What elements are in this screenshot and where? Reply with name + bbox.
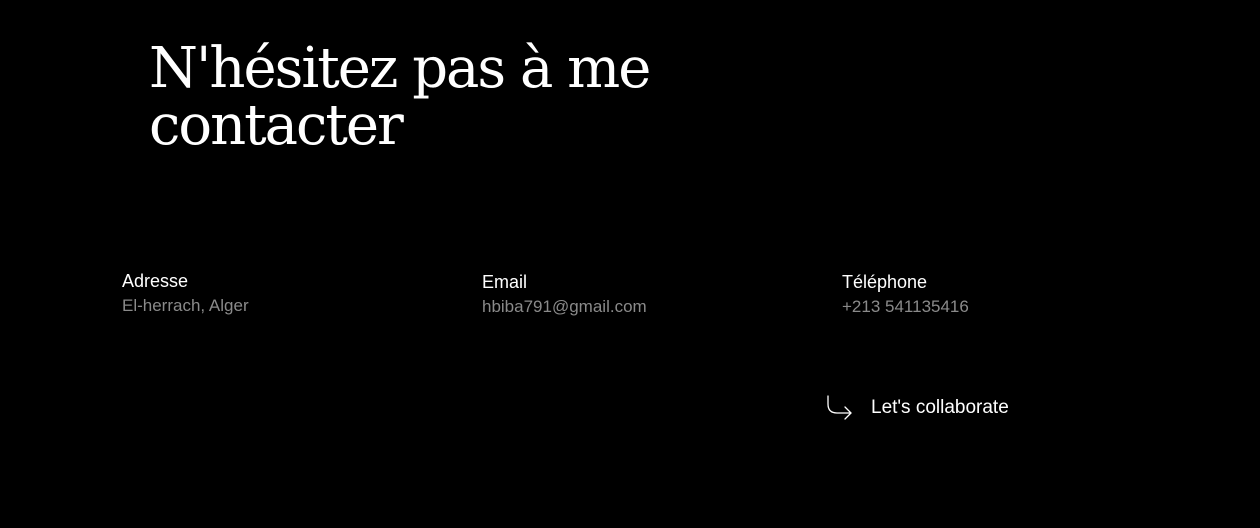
email-label: Email xyxy=(482,272,528,292)
collaborate-link[interactable]: Let's collaborate xyxy=(824,394,1009,422)
address-value: El-herrach, Alger xyxy=(122,296,249,315)
arrow-turn-down-right-icon xyxy=(824,394,854,422)
address-label: Adresse xyxy=(122,271,189,291)
contact-section: N'hésitez pas à me contacter Adresse El-… xyxy=(0,0,1260,528)
phone-link[interactable]: +213 541135416 xyxy=(842,296,969,318)
collaborate-label: Let's collaborate xyxy=(871,397,1009,418)
contact-heading-line-1: N'hésitez pas à me xyxy=(149,36,651,101)
email-block: Email hbiba791@gmail.com xyxy=(482,271,647,318)
contact-heading-line-2: contacter xyxy=(149,93,404,158)
contact-heading: N'hésitez pas à me contacter xyxy=(149,40,749,154)
address-block: Adresse El-herrach, Alger xyxy=(122,270,249,317)
phone-label: Téléphone xyxy=(842,272,928,292)
phone-block: Téléphone +213 541135416 xyxy=(842,271,969,318)
email-link[interactable]: hbiba791@gmail.com xyxy=(482,296,647,318)
